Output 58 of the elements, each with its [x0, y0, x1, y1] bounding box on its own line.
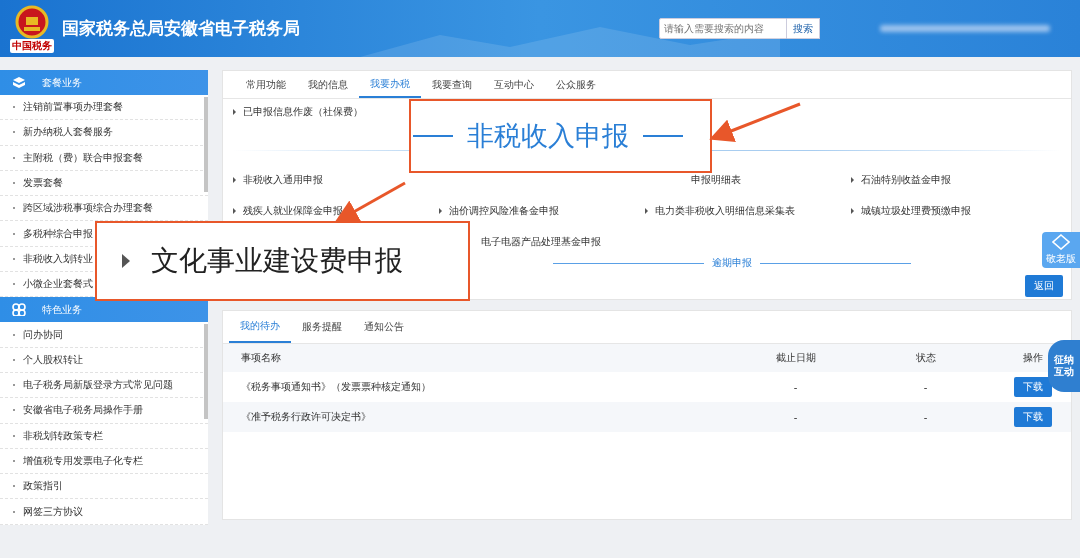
column-header: 操作 — [1023, 351, 1043, 365]
diamond-icon — [1052, 234, 1070, 250]
sidebar-item[interactable]: 政策指引 — [23, 479, 63, 494]
column-header: 事项名称 — [240, 351, 282, 365]
sidebar-item[interactable]: 主附税（费）联合申报套餐 — [23, 150, 143, 165]
nav-tab[interactable]: 常用功能 — [235, 71, 297, 98]
sidebar-item[interactable]: 非税划转政策专栏 — [23, 428, 103, 443]
callout-text: 文化事业建设费申报 — [151, 243, 403, 279]
panel-tab[interactable]: 服务提醒 — [291, 311, 353, 343]
panel-tab[interactable]: 通知公告 — [353, 311, 415, 343]
sidebar-item[interactable]: 注销前置事项办理套餐 — [23, 100, 123, 115]
search-field[interactable]: 请输入需要搜索的内容 — [659, 18, 787, 39]
declaration-link[interactable]: 油价调控风险准备金申报 — [439, 204, 645, 218]
column-header: 状态 — [915, 351, 936, 365]
scrollbar[interactable] — [204, 97, 208, 192]
download-button[interactable]: 下载 — [1014, 407, 1052, 427]
column-header: 截止日期 — [775, 351, 816, 365]
nav-tab[interactable]: 我要办税 — [359, 71, 421, 98]
sidebar-item[interactable]: 小微企业套餐式 — [23, 277, 93, 292]
declaration-link[interactable]: 申报明细表 — [645, 173, 741, 187]
sidebar-item[interactable]: 多税种综合申报 — [23, 226, 93, 241]
sidebar-item[interactable]: 新办纳税人套餐服务 — [23, 125, 113, 140]
table-cell: - — [923, 411, 928, 423]
declaration-link[interactable]: 石油特别收益金申报 — [851, 173, 1057, 187]
sidebar-item[interactable]: 增值税专用发票电子化专栏 — [23, 454, 143, 468]
sidebar-item[interactable]: 非税收入划转业 — [23, 251, 93, 266]
sidebar-item[interactable]: 网签三方协议 — [23, 504, 83, 519]
declaration-link[interactable]: 城镇垃圾处理费预缴申报 — [851, 204, 1057, 218]
sidebar-item[interactable]: 跨区域涉税事项综合办理套餐 — [23, 201, 153, 216]
download-button[interactable]: 下载 — [1014, 377, 1052, 397]
nav-tab[interactable]: 我的信息 — [297, 71, 359, 98]
sidebar-item[interactable]: 问办协同 — [23, 327, 63, 342]
table-cell-text: 《税务事项通知书》（发票票种核定通知） — [240, 380, 432, 394]
nav-tab[interactable]: 公众服务 — [545, 71, 607, 98]
caret-icon — [121, 253, 131, 269]
clover-icon — [12, 303, 26, 317]
sidebar-item[interactable]: 安徽省电子税务局操作手册 — [23, 403, 143, 418]
search-button[interactable]: 搜索 — [787, 18, 820, 39]
table-cell: - — [923, 381, 928, 393]
callout-heading: 非税收入申报 — [467, 119, 629, 153]
sidebar-item[interactable]: 发票套餐 — [23, 176, 63, 191]
declaration-link[interactable]: 电力类非税收入明细信息采集表 — [645, 204, 851, 218]
site-title: 国家税务总局安徽省电子税务局 — [62, 17, 300, 40]
section-title: 逾期申报 — [712, 256, 752, 270]
back-button[interactable]: 返回 — [1025, 275, 1063, 297]
logo-caption: 中国税务 — [10, 38, 54, 53]
declaration-link[interactable]: 非税收入通用申报 — [233, 173, 439, 187]
scrollbar[interactable] — [204, 324, 208, 420]
layers-icon — [12, 76, 26, 89]
nav-tab[interactable]: 互动中心 — [483, 71, 545, 98]
sidebar-item[interactable]: 电子税务局新版登录方式常见问题 — [23, 378, 173, 393]
table-cell-text: 《准予税务行政许可决定书》 — [240, 410, 372, 424]
nav-tab[interactable]: 我要查询 — [421, 71, 483, 98]
sidebar-item[interactable]: 个人股权转让 — [23, 352, 83, 367]
table-cell: - — [793, 411, 798, 423]
table-cell: - — [793, 381, 798, 393]
declaration-link[interactable]: 已申报信息作废（社保费） — [233, 105, 1071, 119]
declaration-link[interactable]: 残疾人就业保障金申报 — [233, 204, 439, 218]
